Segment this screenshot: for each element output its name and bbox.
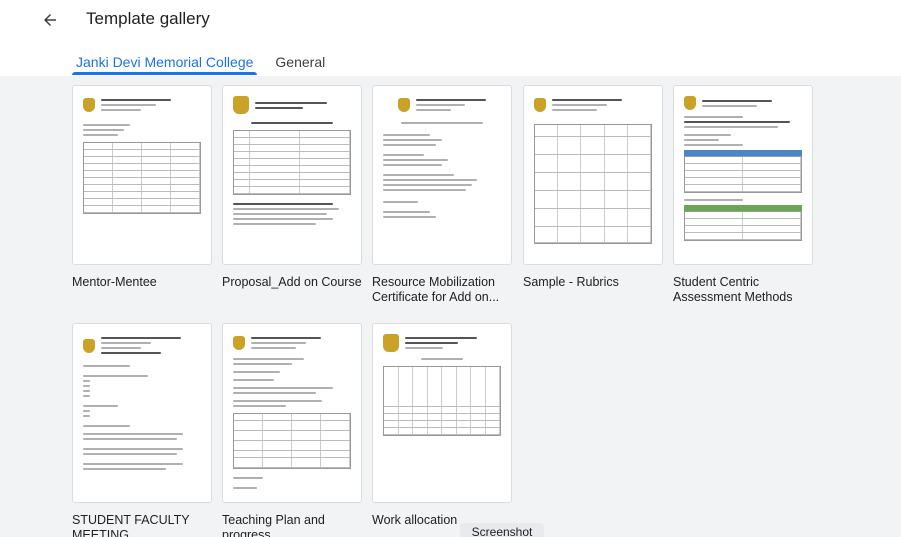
college-seal-icon <box>233 96 249 114</box>
template-thumbnail[interactable] <box>222 323 362 503</box>
template-thumbnail[interactable] <box>222 85 362 265</box>
college-seal-icon <box>534 98 546 112</box>
back-button[interactable] <box>36 6 64 34</box>
template-name[interactable]: Sample - Rubrics <box>523 275 663 290</box>
tab-bar: Janki Devi Memorial College General <box>70 48 331 75</box>
template-card[interactable]: Mentor-Mentee <box>72 85 212 290</box>
template-card[interactable]: Work allocation <box>372 323 512 528</box>
back-arrow-icon <box>44 14 56 26</box>
template-name[interactable]: Resource Mobilization Certificate for Ad… <box>372 275 512 305</box>
template-name[interactable]: Mentor-Mentee <box>72 275 212 290</box>
template-card[interactable]: Sample - Rubrics <box>523 85 663 290</box>
college-seal-icon <box>397 98 410 112</box>
college-seal-icon <box>83 338 95 353</box>
screenshot-tooltip: Screenshot <box>460 523 544 537</box>
template-thumbnail[interactable] <box>72 85 212 265</box>
template-name[interactable]: Proposal_Add on Course <box>222 275 362 290</box>
template-thumbnail[interactable] <box>372 323 512 503</box>
template-name[interactable]: Teaching Plan and progress <box>222 513 362 537</box>
template-thumbnail[interactable] <box>673 85 813 265</box>
college-seal-icon <box>684 96 696 110</box>
template-card[interactable]: Student Centric Assessment Methods <box>673 85 813 305</box>
college-seal-icon <box>233 336 245 350</box>
tab-general[interactable]: General <box>269 48 331 74</box>
template-grid: Mentor-Mentee Proposal_Add on Course Res <box>0 76 901 537</box>
college-seal-icon <box>383 334 399 352</box>
tab-janki-devi[interactable]: Janki Devi Memorial College <box>70 48 259 75</box>
template-name[interactable]: STUDENT FACULTY MEETING <box>72 513 212 537</box>
template-thumbnail[interactable] <box>72 323 212 503</box>
template-card[interactable]: Resource Mobilization Certificate for Ad… <box>372 85 512 305</box>
page-title: Template gallery <box>86 9 210 28</box>
template-thumbnail[interactable] <box>523 85 663 265</box>
template-card[interactable]: STUDENT FACULTY MEETING <box>72 323 212 537</box>
template-thumbnail[interactable] <box>372 85 512 265</box>
template-name[interactable]: Student Centric Assessment Methods <box>673 275 813 305</box>
template-card[interactable]: Teaching Plan and progress <box>222 323 362 537</box>
college-seal-icon <box>83 98 95 112</box>
top-bar: Template gallery <box>0 0 901 40</box>
template-card[interactable]: Proposal_Add on Course <box>222 85 362 290</box>
